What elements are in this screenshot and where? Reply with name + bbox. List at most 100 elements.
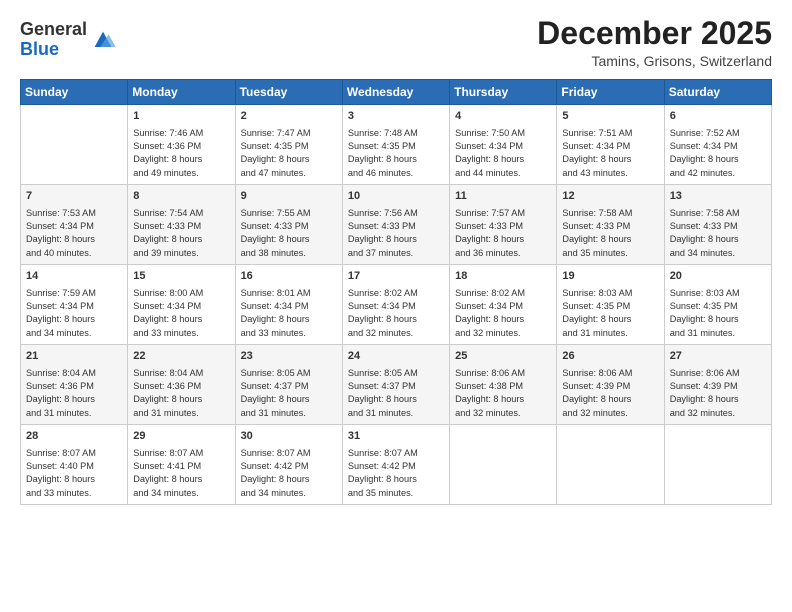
day-info: Sunrise: 7:48 AMSunset: 4:35 PMDaylight:… xyxy=(348,127,445,180)
day-info: Sunrise: 8:01 AMSunset: 4:34 PMDaylight:… xyxy=(241,287,338,340)
day-number: 4 xyxy=(455,109,552,124)
col-saturday: Saturday xyxy=(664,80,771,105)
day-info: Sunrise: 7:57 AMSunset: 4:33 PMDaylight:… xyxy=(455,207,552,260)
table-cell: 21 Sunrise: 8:04 AMSunset: 4:36 PMDayligh… xyxy=(21,345,128,425)
day-info: Sunrise: 8:05 AMSunset: 4:37 PMDaylight:… xyxy=(348,367,445,420)
day-info: Sunrise: 8:06 AMSunset: 4:39 PMDaylight:… xyxy=(562,367,659,420)
table-cell xyxy=(557,425,664,505)
day-info: Sunrise: 8:07 AMSunset: 4:41 PMDaylight:… xyxy=(133,447,230,500)
day-info: Sunrise: 8:05 AMSunset: 4:37 PMDaylight:… xyxy=(241,367,338,420)
calendar-body: 1 Sunrise: 7:46 AMSunset: 4:36 PMDaylight… xyxy=(21,105,772,505)
day-number: 6 xyxy=(670,109,767,124)
day-number: 17 xyxy=(348,269,445,284)
day-info: Sunrise: 7:58 AMSunset: 4:33 PMDaylight:… xyxy=(562,207,659,260)
logo-blue-text: Blue xyxy=(20,39,59,59)
logo: General Blue xyxy=(20,20,117,60)
day-info: Sunrise: 7:55 AMSunset: 4:33 PMDaylight:… xyxy=(241,207,338,260)
table-cell: 12 Sunrise: 7:58 AMSunset: 4:33 PMDayligh… xyxy=(557,185,664,265)
month-title: December 2025 xyxy=(537,16,772,51)
table-cell: 17 Sunrise: 8:02 AMSunset: 4:34 PMDayligh… xyxy=(342,265,449,345)
day-number: 10 xyxy=(348,189,445,204)
table-cell: 23 Sunrise: 8:05 AMSunset: 4:37 PMDayligh… xyxy=(235,345,342,425)
calendar-table: Sunday Monday Tuesday Wednesday Thursday… xyxy=(20,79,772,505)
table-cell: 27 Sunrise: 8:06 AMSunset: 4:39 PMDayligh… xyxy=(664,345,771,425)
table-cell: 10 Sunrise: 7:56 AMSunset: 4:33 PMDayligh… xyxy=(342,185,449,265)
calendar-page: General Blue December 2025 Tamins, Griso… xyxy=(0,0,792,612)
day-number: 25 xyxy=(455,349,552,364)
table-cell: 18Sunrise: 8:02 AMSunset: 4:34 PMDayligh… xyxy=(450,265,557,345)
day-info: Sunrise: 7:50 AMSunset: 4:34 PMDaylight:… xyxy=(455,127,552,180)
day-number: 9 xyxy=(241,189,338,204)
calendar-week-row: 1 Sunrise: 7:46 AMSunset: 4:36 PMDaylight… xyxy=(21,105,772,185)
table-cell: 31Sunrise: 8:07 AMSunset: 4:42 PMDayligh… xyxy=(342,425,449,505)
table-cell: 26 Sunrise: 8:06 AMSunset: 4:39 PMDayligh… xyxy=(557,345,664,425)
day-number: 23 xyxy=(241,349,338,364)
day-number: 19 xyxy=(562,269,659,284)
logo-general-text: General xyxy=(20,19,87,39)
table-cell xyxy=(21,105,128,185)
day-info: Sunrise: 8:03 AMSunset: 4:35 PMDaylight:… xyxy=(670,287,767,340)
day-info: Sunrise: 7:47 AMSunset: 4:35 PMDaylight:… xyxy=(241,127,338,180)
day-info: Sunrise: 8:00 AMSunset: 4:34 PMDaylight:… xyxy=(133,287,230,340)
day-info: Sunrise: 7:58 AMSunset: 4:33 PMDaylight:… xyxy=(670,207,767,260)
day-info: Sunrise: 8:03 AMSunset: 4:35 PMDaylight:… xyxy=(562,287,659,340)
day-info: Sunrise: 7:56 AMSunset: 4:33 PMDaylight:… xyxy=(348,207,445,260)
day-number: 18 xyxy=(455,269,552,284)
day-info: Sunrise: 7:51 AMSunset: 4:34 PMDaylight:… xyxy=(562,127,659,180)
col-friday: Friday xyxy=(557,80,664,105)
day-number: 7 xyxy=(26,189,123,204)
table-cell: 14 Sunrise: 7:59 AMSunset: 4:34 PMDayligh… xyxy=(21,265,128,345)
table-cell: 4 Sunrise: 7:50 AMSunset: 4:34 PMDaylight… xyxy=(450,105,557,185)
day-number: 13 xyxy=(670,189,767,204)
day-info: Sunrise: 8:07 AMSunset: 4:42 PMDaylight:… xyxy=(348,447,445,500)
table-cell: 3Sunrise: 7:48 AMSunset: 4:35 PMDaylight… xyxy=(342,105,449,185)
day-info: Sunrise: 8:06 AMSunset: 4:38 PMDaylight:… xyxy=(455,367,552,420)
day-number: 2 xyxy=(241,109,338,124)
calendar-week-row: 7 Sunrise: 7:53 AMSunset: 4:34 PMDaylight… xyxy=(21,185,772,265)
table-cell: 28 Sunrise: 8:07 AMSunset: 4:40 PMDayligh… xyxy=(21,425,128,505)
day-number: 20 xyxy=(670,269,767,284)
day-info: Sunrise: 7:59 AMSunset: 4:34 PMDaylight:… xyxy=(26,287,123,340)
day-info: Sunrise: 7:54 AMSunset: 4:33 PMDaylight:… xyxy=(133,207,230,260)
day-number: 29 xyxy=(133,429,230,444)
calendar-header: Sunday Monday Tuesday Wednesday Thursday… xyxy=(21,80,772,105)
calendar-week-row: 28 Sunrise: 8:07 AMSunset: 4:40 PMDayligh… xyxy=(21,425,772,505)
logo-icon xyxy=(89,26,117,54)
table-cell: 24Sunrise: 8:05 AMSunset: 4:37 PMDayligh… xyxy=(342,345,449,425)
day-info: Sunrise: 8:04 AMSunset: 4:36 PMDaylight:… xyxy=(26,367,123,420)
day-info: Sunrise: 7:46 AMSunset: 4:36 PMDaylight:… xyxy=(133,127,230,180)
day-info: Sunrise: 8:02 AMSunset: 4:34 PMDaylight:… xyxy=(348,287,445,340)
calendar-week-row: 14 Sunrise: 7:59 AMSunset: 4:34 PMDayligh… xyxy=(21,265,772,345)
table-cell: 11 Sunrise: 7:57 AMSunset: 4:33 PMDayligh… xyxy=(450,185,557,265)
table-cell: 2 Sunrise: 7:47 AMSunset: 4:35 PMDaylight… xyxy=(235,105,342,185)
day-number: 26 xyxy=(562,349,659,364)
title-block: December 2025 Tamins, Grisons, Switzerla… xyxy=(537,16,772,69)
day-number: 14 xyxy=(26,269,123,284)
table-cell: 22Sunrise: 8:04 AMSunset: 4:36 PMDayligh… xyxy=(128,345,235,425)
day-number: 22 xyxy=(133,349,230,364)
day-number: 12 xyxy=(562,189,659,204)
col-thursday: Thursday xyxy=(450,80,557,105)
day-info: Sunrise: 7:53 AMSunset: 4:34 PMDaylight:… xyxy=(26,207,123,260)
day-info: Sunrise: 8:07 AMSunset: 4:40 PMDaylight:… xyxy=(26,447,123,500)
table-cell: 30Sunrise: 8:07 AMSunset: 4:42 PMDayligh… xyxy=(235,425,342,505)
day-number: 27 xyxy=(670,349,767,364)
day-number: 11 xyxy=(455,189,552,204)
day-number: 5 xyxy=(562,109,659,124)
day-number: 28 xyxy=(26,429,123,444)
table-cell: 19 Sunrise: 8:03 AMSunset: 4:35 PMDayligh… xyxy=(557,265,664,345)
day-number: 21 xyxy=(26,349,123,364)
day-number: 1 xyxy=(133,109,230,124)
table-cell: 15Sunrise: 8:00 AMSunset: 4:34 PMDayligh… xyxy=(128,265,235,345)
table-cell xyxy=(664,425,771,505)
table-cell: 25 Sunrise: 8:06 AMSunset: 4:38 PMDayligh… xyxy=(450,345,557,425)
location-subtitle: Tamins, Grisons, Switzerland xyxy=(537,53,772,69)
table-cell xyxy=(450,425,557,505)
day-info: Sunrise: 7:52 AMSunset: 4:34 PMDaylight:… xyxy=(670,127,767,180)
day-info: Sunrise: 8:06 AMSunset: 4:39 PMDaylight:… xyxy=(670,367,767,420)
day-number: 16 xyxy=(241,269,338,284)
table-cell: 9 Sunrise: 7:55 AMSunset: 4:33 PMDaylight… xyxy=(235,185,342,265)
table-cell: 16 Sunrise: 8:01 AMSunset: 4:34 PMDayligh… xyxy=(235,265,342,345)
table-cell: 6 Sunrise: 7:52 AMSunset: 4:34 PMDaylight… xyxy=(664,105,771,185)
header: General Blue December 2025 Tamins, Griso… xyxy=(20,16,772,69)
